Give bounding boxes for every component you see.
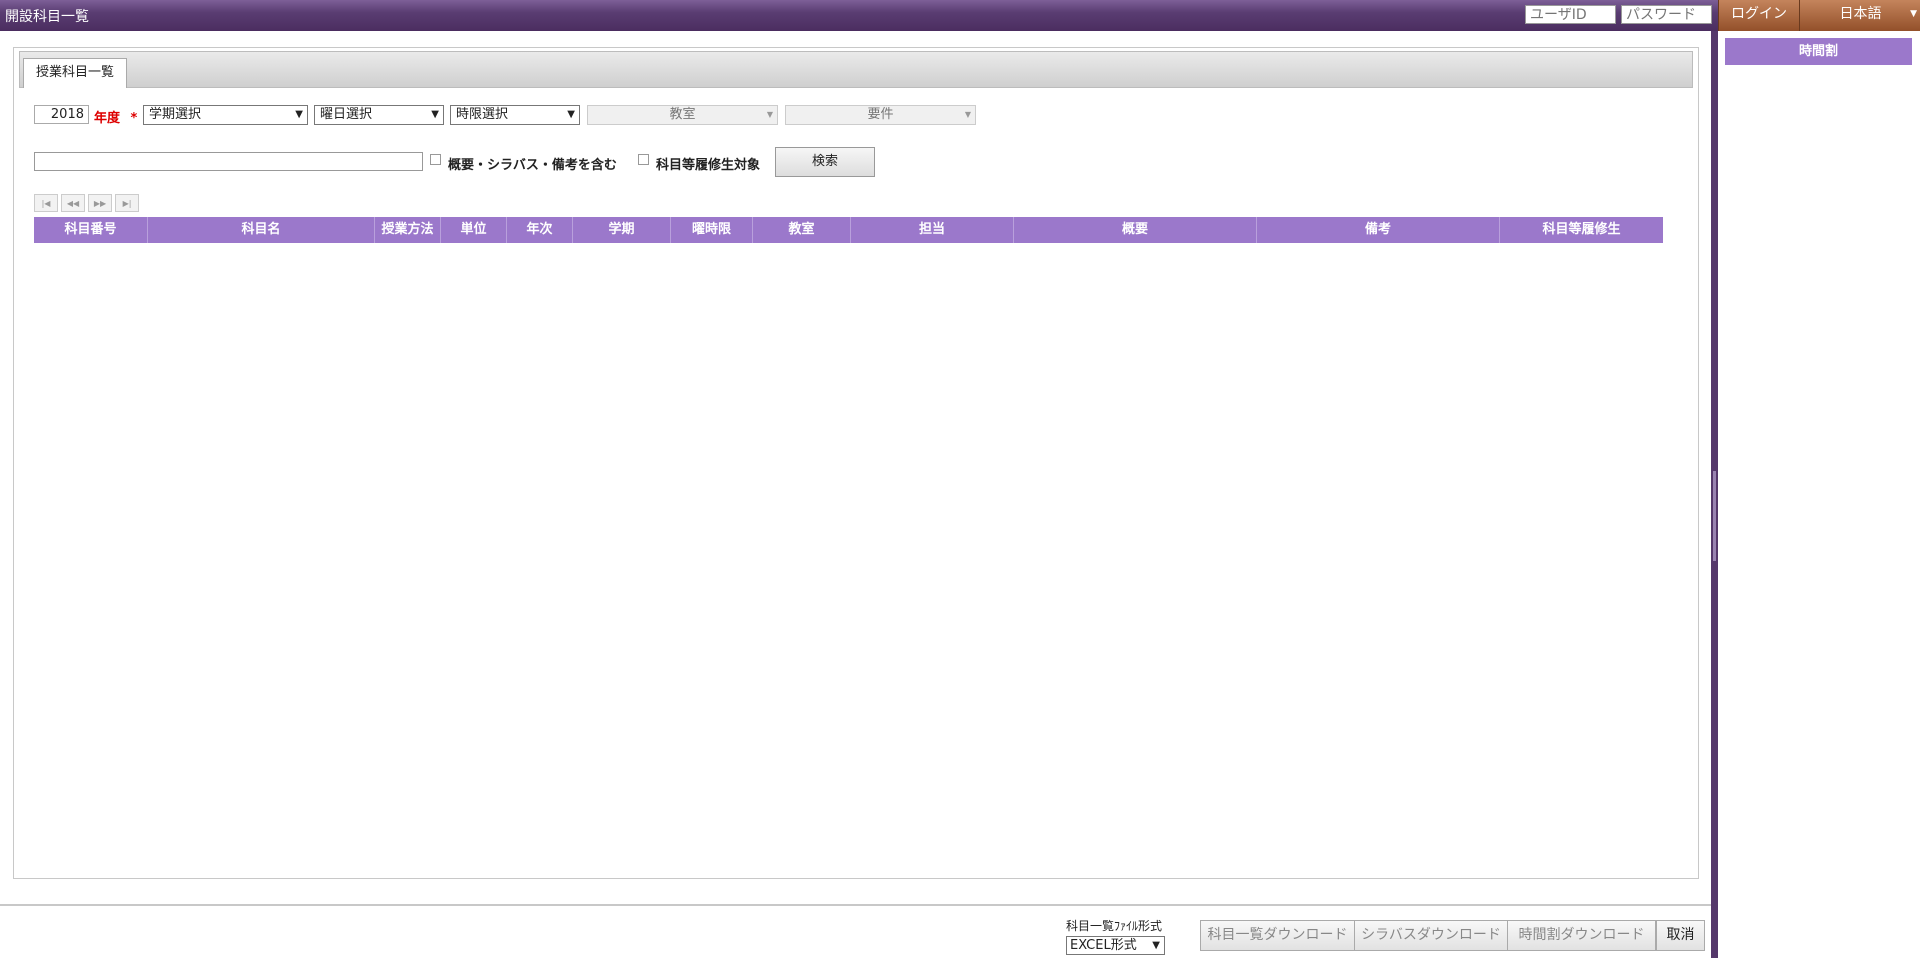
dropdown-arrow-icon: ▼	[1152, 940, 1160, 951]
column-header[interactable]: 担当	[851, 217, 1014, 243]
column-header[interactable]: 授業方法	[375, 217, 441, 243]
classroom-select-value: 教室	[669, 107, 696, 122]
dropdown-arrow-icon: ▼	[766, 110, 773, 119]
top-bar: 開設科目一覧 ログイン 日本語 ▼	[0, 0, 1920, 31]
download-syllabus-button[interactable]: シラバスダウンロード	[1354, 920, 1508, 951]
dropdown-arrow-icon: ▼	[295, 109, 303, 120]
column-header[interactable]: 単位	[441, 217, 507, 243]
dropdown-arrow-icon: ▼	[431, 109, 439, 120]
right-panel: 時間割	[1718, 31, 1920, 958]
file-format-value: EXCEL形式	[1070, 938, 1137, 953]
tab-bar: 授業科目一覧	[19, 51, 1693, 88]
year-input[interactable]: 2018	[34, 105, 89, 124]
column-header[interactable]: 概要	[1014, 217, 1257, 243]
column-header[interactable]: 科目名	[148, 217, 375, 243]
course-grid-header: 科目番号 科目名 授業方法 単位 年次 学期 曜時限 教室 担当 概要 備考 科…	[34, 217, 1663, 243]
search-button[interactable]: 検索	[775, 147, 875, 177]
classroom-select[interactable]: 教室 ▼	[587, 105, 778, 125]
include-syllabus-checkbox[interactable]	[430, 154, 441, 165]
dropdown-arrow-icon: ▼	[567, 109, 575, 120]
next-page-icon[interactable]: ▶▶	[88, 194, 112, 212]
prev-page-icon[interactable]: ◀◀	[61, 194, 85, 212]
dropdown-arrow-icon: ▼	[964, 110, 971, 119]
year-label-text: 年度	[94, 111, 121, 126]
column-header[interactable]: 備考	[1257, 217, 1500, 243]
requirement-select-value: 要件	[867, 107, 894, 122]
equivalent-course-checkbox[interactable]	[638, 154, 649, 165]
column-header[interactable]: 科目番号	[34, 217, 148, 243]
file-format-label: 科目一覧ﾌｧｲﾙ形式	[1066, 919, 1163, 933]
tab-course-list[interactable]: 授業科目一覧	[23, 58, 128, 88]
column-header[interactable]: 曜時限	[671, 217, 753, 243]
required-mark: *	[130, 111, 138, 126]
cancel-button[interactable]: 取消	[1656, 920, 1705, 951]
column-header[interactable]: 年次	[507, 217, 573, 243]
period-select-value: 時限選択	[456, 107, 509, 122]
column-header[interactable]: 学期	[573, 217, 671, 243]
page-title: 開設科目一覧	[5, 9, 89, 25]
language-select[interactable]: 日本語 ▼	[1799, 0, 1920, 31]
file-format-select[interactable]: EXCEL形式 ▼	[1066, 936, 1165, 955]
chevron-down-icon: ▼	[1910, 9, 1917, 19]
column-header[interactable]: 教室	[753, 217, 851, 243]
column-header[interactable]: 科目等履修生	[1500, 217, 1663, 243]
day-select[interactable]: 曜日選択 ▼	[314, 105, 444, 125]
timetable-header[interactable]: 時間割	[1725, 38, 1912, 65]
password-input[interactable]	[1621, 5, 1712, 24]
keyword-input[interactable]	[34, 152, 423, 171]
download-timetable-button[interactable]: 時間割ダウンロード	[1507, 920, 1656, 951]
include-syllabus-label: 概要・シラバス・備考を含む	[448, 158, 617, 173]
term-select[interactable]: 学期選択 ▼	[143, 105, 308, 125]
login-button[interactable]: ログイン	[1718, 0, 1799, 31]
panel-splitter[interactable]	[1711, 31, 1718, 958]
language-label: 日本語	[1839, 6, 1882, 22]
year-label: 年度 *	[94, 107, 137, 126]
download-list-button[interactable]: 科目一覧ダウンロード	[1200, 920, 1355, 951]
first-page-icon[interactable]: |◀	[34, 194, 58, 212]
day-select-value: 曜日選択	[320, 107, 373, 122]
last-page-icon[interactable]: ▶|	[115, 194, 139, 212]
requirement-select[interactable]: 要件 ▼	[785, 105, 976, 125]
user-id-input[interactable]	[1525, 5, 1616, 24]
splitter-grip[interactable]	[1713, 471, 1716, 561]
equivalent-course-label: 科目等履修生対象	[656, 158, 761, 173]
footer-divider	[0, 904, 1711, 906]
term-select-value: 学期選択	[149, 107, 202, 122]
period-select[interactable]: 時限選択 ▼	[450, 105, 580, 125]
